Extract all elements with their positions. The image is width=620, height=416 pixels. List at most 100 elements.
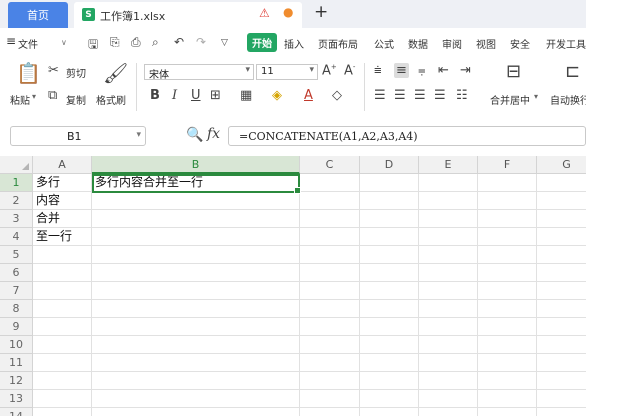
cell-d13[interactable] <box>360 390 419 408</box>
cell-d8[interactable] <box>360 300 419 318</box>
column-header-e[interactable]: E <box>419 156 478 174</box>
wrap-text-icon[interactable]: ⊏ <box>565 61 580 82</box>
row-header-12[interactable]: 12 <box>0 372 33 390</box>
redo-icon[interactable]: ↷ <box>196 35 206 49</box>
cell-d9[interactable] <box>360 318 419 336</box>
menu-page-layout[interactable]: 页面布局 <box>318 36 358 51</box>
row-header-3[interactable]: 3 <box>0 210 33 228</box>
cell-f9[interactable] <box>478 318 537 336</box>
cell-d12[interactable] <box>360 372 419 390</box>
menu-developer[interactable]: 开发工具 <box>546 36 586 51</box>
cell-c14[interactable] <box>300 408 360 416</box>
cut-button[interactable]: 剪切 <box>66 65 86 80</box>
justify-icon[interactable]: ☰ <box>434 88 446 103</box>
paste-dropdown-icon[interactable]: ▾ <box>32 92 36 101</box>
font-size-select[interactable]: 11 ▾ <box>256 64 318 80</box>
cell-c11[interactable] <box>300 354 360 372</box>
tab-workbook[interactable]: S 工作簿1.xlsx ⚠ ● <box>74 2 302 28</box>
wrap-text-button[interactable]: 自动换行 <box>550 92 586 107</box>
cell-e9[interactable] <box>419 318 478 336</box>
font-color-icon[interactable]: A <box>304 88 313 103</box>
cell-a14[interactable] <box>33 408 92 416</box>
cell-d5[interactable] <box>360 246 419 264</box>
menu-data[interactable]: 数据 <box>408 36 428 51</box>
row-header-5[interactable]: 5 <box>0 246 33 264</box>
cell-f3[interactable] <box>478 210 537 228</box>
menu-file[interactable]: 文件 <box>18 36 38 51</box>
menu-start[interactable]: 开始 <box>247 33 277 52</box>
fill-color-icon[interactable]: ◈ <box>272 88 282 103</box>
menu-security[interactable]: 安全 <box>510 36 530 51</box>
fill-pattern-icon[interactable]: ▦ <box>240 88 252 103</box>
merge-center-button[interactable]: 合并居中 <box>490 92 530 107</box>
merge-dropdown-icon[interactable]: ▾ <box>534 92 538 101</box>
cell-e2[interactable] <box>419 192 478 210</box>
align-left-icon[interactable]: ☰ <box>374 88 386 103</box>
cell-g11[interactable] <box>537 354 586 372</box>
cell-b14[interactable] <box>92 408 300 416</box>
hamburger-icon[interactable]: ≡ <box>6 34 16 48</box>
merge-center-icon[interactable]: ⊟ <box>506 61 521 82</box>
cell-c4[interactable] <box>300 228 360 246</box>
cell-a3[interactable]: 合并 <box>33 210 92 228</box>
copy-button[interactable]: 复制 <box>66 92 86 107</box>
cell-f1[interactable] <box>478 174 537 192</box>
column-header-a[interactable]: A <box>33 156 92 174</box>
align-top-icon[interactable]: ⩧ <box>374 63 382 78</box>
zoom-icon[interactable]: 🔍 <box>186 127 203 143</box>
cell-g9[interactable] <box>537 318 586 336</box>
cell-a2[interactable]: 内容 <box>33 192 92 210</box>
row-header-8[interactable]: 8 <box>0 300 33 318</box>
undo-icon[interactable]: ↶ <box>174 35 184 49</box>
cell-c2[interactable] <box>300 192 360 210</box>
cell-g13[interactable] <box>537 390 586 408</box>
align-right-icon[interactable]: ☰ <box>414 88 426 103</box>
cell-e14[interactable] <box>419 408 478 416</box>
save-icon[interactable]: 🖫 <box>88 35 98 56</box>
cell-f11[interactable] <box>478 354 537 372</box>
menu-formulas[interactable]: 公式 <box>374 36 394 51</box>
formula-input[interactable]: =CONCATENATE(A1,A2,A3,A4) <box>228 126 586 146</box>
column-header-c[interactable]: C <box>300 156 360 174</box>
cell-c13[interactable] <box>300 390 360 408</box>
cell-c10[interactable] <box>300 336 360 354</box>
format-painter-button[interactable]: 格式刷 <box>96 92 126 107</box>
cell-c6[interactable] <box>300 264 360 282</box>
cell-b4[interactable] <box>92 228 300 246</box>
cell-c12[interactable] <box>300 372 360 390</box>
cell-e6[interactable] <box>419 264 478 282</box>
paste-icon[interactable]: 📋 <box>16 61 41 85</box>
cell-c9[interactable] <box>300 318 360 336</box>
name-box[interactable]: B1 ▾ <box>10 126 146 146</box>
cell-a8[interactable] <box>33 300 92 318</box>
cell-g12[interactable] <box>537 372 586 390</box>
borders-icon[interactable]: ⊞ <box>210 88 221 103</box>
cell-g14[interactable] <box>537 408 586 416</box>
indent-increase-icon[interactable]: ⇥ <box>460 63 471 78</box>
tab-home[interactable]: 首页 <box>8 2 68 28</box>
cell-a9[interactable] <box>33 318 92 336</box>
cell-d6[interactable] <box>360 264 419 282</box>
paste-button[interactable]: 粘贴 <box>10 92 30 107</box>
cell-a10[interactable] <box>33 336 92 354</box>
cell-a4[interactable]: 至一行 <box>33 228 92 246</box>
increase-font-icon[interactable]: A+ <box>322 63 337 78</box>
column-header-b[interactable]: B <box>92 156 300 174</box>
cell-d1[interactable] <box>360 174 419 192</box>
quick-access-dropdown-icon[interactable]: ▽ <box>221 38 228 48</box>
cell-g6[interactable] <box>537 264 586 282</box>
cell-c3[interactable] <box>300 210 360 228</box>
align-center-icon[interactable]: ☰ <box>394 88 406 103</box>
cell-b12[interactable] <box>92 372 300 390</box>
fx-icon[interactable]: fx <box>207 126 220 142</box>
cell-e4[interactable] <box>419 228 478 246</box>
cell-e8[interactable] <box>419 300 478 318</box>
bold-button[interactable]: B <box>150 88 160 103</box>
cell-f13[interactable] <box>478 390 537 408</box>
cell-d11[interactable] <box>360 354 419 372</box>
cell-e5[interactable] <box>419 246 478 264</box>
cell-g7[interactable] <box>537 282 586 300</box>
clear-format-icon[interactable]: ◇ <box>332 88 342 103</box>
row-header-13[interactable]: 13 <box>0 390 33 408</box>
cell-a5[interactable] <box>33 246 92 264</box>
